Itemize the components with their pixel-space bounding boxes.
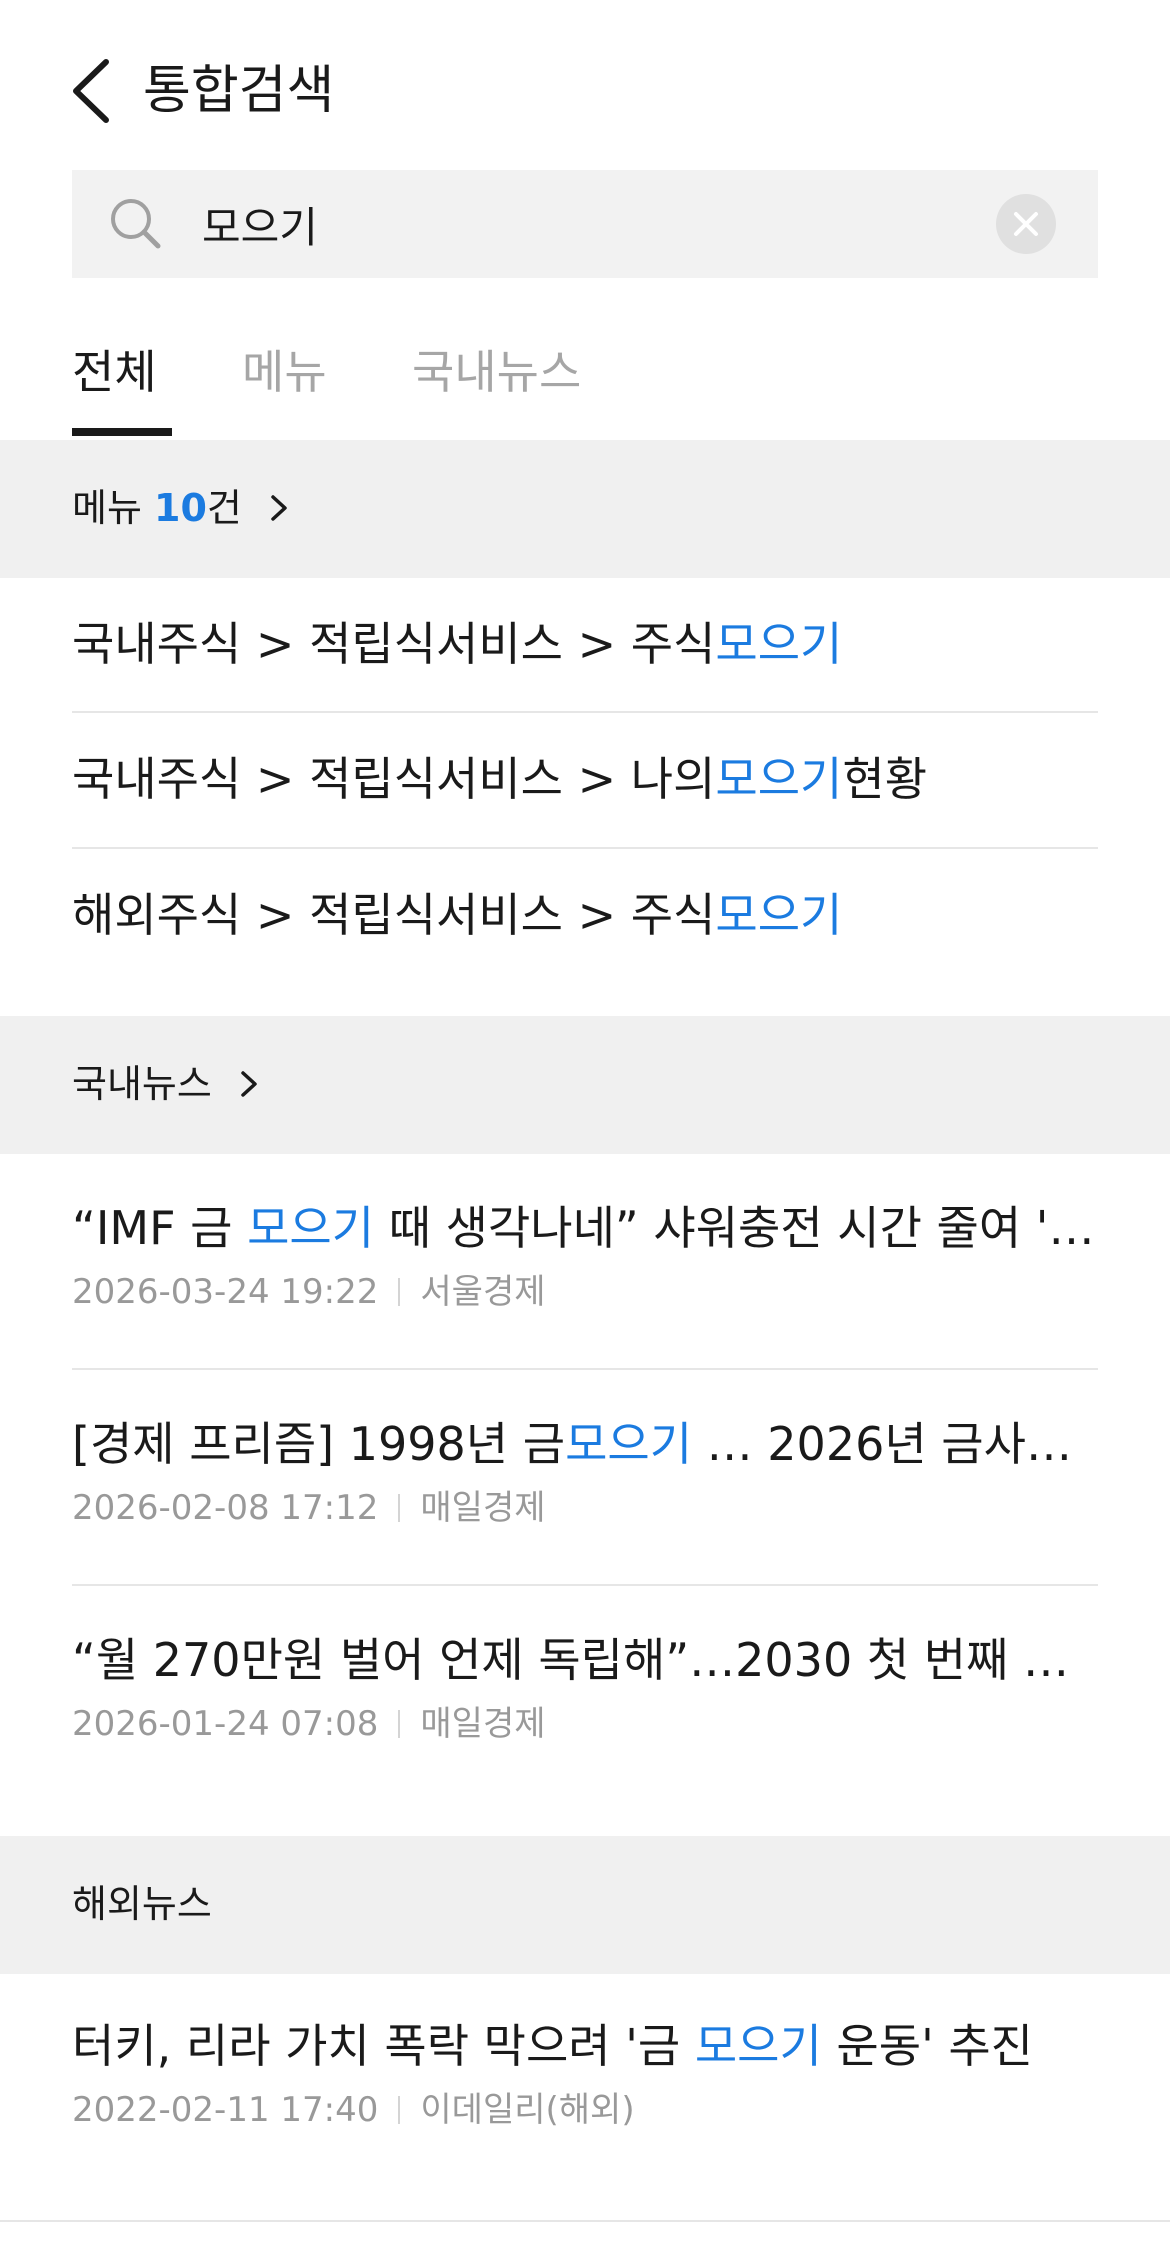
meta-separator (398, 2096, 401, 2124)
bottom-panel-edge (0, 2220, 1170, 2254)
news-meta: 2022-02-11 17:40 이데일리(해외) (72, 2086, 635, 2134)
highlighted-keyword: 모으기 (715, 617, 843, 671)
news-source: 이데일리(해외) (420, 2090, 635, 2130)
news-meta: 2026-02-08 17:12 매일경제 (72, 1484, 546, 1532)
news-item[interactable]: “IMF 금 모으기 때 생각나네” 샤워충전 시간 줄여 '… 2026-03… (72, 1196, 1098, 1406)
meta-separator (398, 1710, 401, 1738)
clear-search-button[interactable] (996, 194, 1056, 254)
meta-separator (398, 1278, 401, 1306)
active-tab-indicator (72, 428, 172, 436)
news-date: 2026-03-24 19:22 (72, 1272, 379, 1312)
tab-bar: 전체 메뉴 국내뉴스 (0, 330, 1170, 438)
tab-menu[interactable]: 메뉴 (242, 340, 327, 404)
highlighted-keyword: 모으기 (247, 1201, 375, 1255)
chevron-right-icon (241, 1071, 257, 1097)
section-title: 해외뉴스 (72, 1882, 212, 1926)
tab-domestic-news[interactable]: 국내뉴스 (412, 340, 581, 404)
divider (72, 1584, 1098, 1586)
news-meta: 2026-01-24 07:08 매일경제 (72, 1700, 546, 1748)
chevron-left-icon[interactable] (62, 56, 122, 126)
menu-result-item[interactable]: 국내주식 > 적립식서비스 > 나의모으기현황 (72, 713, 1098, 849)
news-source: 매일경제 (420, 1488, 546, 1528)
news-meta: 2026-03-24 19:22 서울경제 (72, 1268, 546, 1316)
news-source: 서울경제 (420, 1272, 546, 1312)
menu-result-item[interactable]: 해외주식 > 적립식서비스 > 주식모으기 (72, 849, 1098, 985)
domestic-news-section-header[interactable]: 국내뉴스 (0, 1016, 1170, 1154)
news-date: 2022-02-11 17:40 (72, 2090, 379, 2130)
news-title: 터키, 리라 가치 폭락 막으려 '금 모으기 운동' 추진 (72, 2019, 1033, 2073)
section-title: 국내뉴스 (72, 1062, 212, 1106)
section-title: 메뉴 (72, 486, 142, 530)
meta-separator (398, 1494, 401, 1522)
result-count: 10 (154, 486, 207, 530)
search-icon (111, 199, 161, 249)
highlighted-keyword: 모으기 (565, 1417, 693, 1471)
news-source: 매일경제 (420, 1704, 546, 1744)
menu-result-item[interactable]: 국내주식 > 적립식서비스 > 주식모으기 (72, 578, 1098, 714)
news-title: “IMF 금 모으기 때 생각나네” 샤워충전 시간 줄여 '… (72, 1201, 1095, 1255)
search-bar (72, 170, 1098, 278)
news-item[interactable]: 터키, 리라 가치 폭락 막으려 '금 모으기 운동' 추진 2022-02-1… (72, 2014, 1098, 2224)
news-title: [경제 프리즘] 1998년 금모으기 … 2026년 금사… (72, 1417, 1072, 1471)
overseas-news-section-header[interactable]: 해외뉴스 (0, 1836, 1170, 1974)
highlighted-keyword: 모으기 (715, 752, 843, 806)
tab-all[interactable]: 전체 (72, 340, 157, 404)
result-count-unit: 건 (206, 486, 242, 530)
news-date: 2026-02-08 17:12 (72, 1488, 379, 1528)
header: 통합검색 (0, 0, 1170, 170)
highlighted-keyword: 모으기 (694, 2019, 822, 2073)
news-title: “월 270만원 벌어 언제 독립해”…2030 첫 번째 … (72, 1633, 1070, 1687)
search-input[interactable] (202, 186, 1022, 262)
news-item[interactable]: “월 270만원 벌어 언제 독립해”…2030 첫 번째 … 2026-01-… (72, 1628, 1098, 1838)
chevron-right-icon (271, 495, 287, 521)
page-title: 통합검색 (143, 61, 335, 121)
news-item[interactable]: [경제 프리즘] 1998년 금모으기 … 2026년 금사… 2026-02-… (72, 1412, 1098, 1622)
close-icon (1014, 212, 1038, 236)
highlighted-keyword: 모으기 (715, 888, 843, 942)
divider (72, 1368, 1098, 1370)
news-date: 2026-01-24 07:08 (72, 1704, 379, 1744)
menu-section-header[interactable]: 메뉴 10건 (0, 440, 1170, 578)
